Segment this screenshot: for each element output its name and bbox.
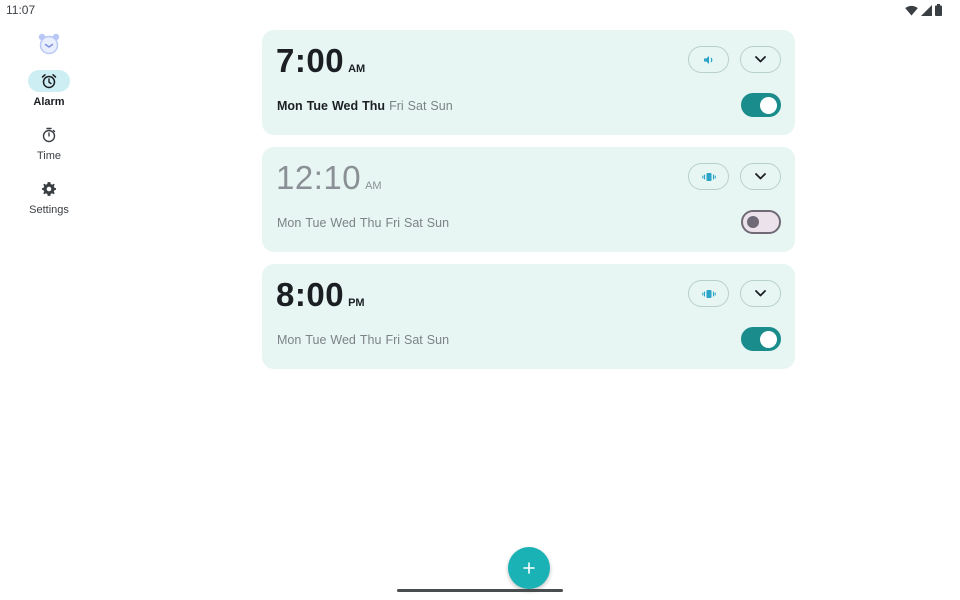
alarm-toggle[interactable] [741,210,781,234]
volume-icon [703,55,712,64]
ring-mode-button[interactable] [688,163,729,190]
day-fri: Fri [385,333,401,347]
day-tue: Tue [305,216,327,230]
days-row: Mon Tue Wed Thu Fri Sat Sun [277,99,453,113]
chevron-down-icon [755,56,766,63]
vibrate-icon [701,172,716,181]
vibrate-icon [701,289,716,298]
alarm-time[interactable]: 7:00 AM [276,42,365,80]
nav-label-time: Time [36,150,62,162]
nav-item-time[interactable]: Time [14,124,84,174]
alarm-time-value: 8:00 [276,276,345,313]
battery-icon [935,4,942,16]
days-row: Mon Tue Wed Thu Fri Sat Sun [277,333,449,347]
alarm-card[interactable]: 12:10 AM Mon Tue Wed Thu Fri Sat Sun [262,147,795,252]
alarm-card[interactable]: 7:00 AM Mon Tue Wed Thu Fri Sat Sun [262,30,795,135]
nav-item-alarm[interactable]: Alarm [14,70,84,120]
app-logo-icon [38,33,60,55]
day-wed: Wed [331,99,359,113]
day-tue: Tue [306,99,328,113]
nav-rail: Alarm Time Settings [0,20,97,600]
alarm-card[interactable]: 8:00 PM Mon Tue Wed Thu Fri Sat Sun [262,264,795,369]
expand-button[interactable] [740,46,781,73]
alarm-time[interactable]: 12:10 AM [276,159,382,197]
status-time: 11:07 [6,3,36,17]
alarm-time-value: 12:10 [276,159,362,196]
day-sat: Sat [404,333,423,347]
nav-label-alarm: Alarm [33,96,65,108]
nav-pill-time [28,124,70,146]
nav-pill-alarm [28,70,70,92]
ring-mode-button[interactable] [688,280,729,307]
alarm-time-value: 7:00 [276,42,345,79]
stopwatch-icon [42,127,56,143]
days-row: Mon Tue Wed Thu Fri Sat Sun [277,216,449,230]
alarm-time-ampm: AM [365,180,382,192]
day-sat: Sat [404,216,423,230]
alarm-toggle[interactable] [741,327,781,351]
toggle-knob [760,330,777,348]
nav-label-settings: Settings [29,204,69,216]
status-bar: 11:07 [0,0,960,20]
alarm-list: 7:00 AM Mon Tue Wed Thu Fri Sat Sun 12:1 [262,30,795,381]
chevron-down-icon [755,173,766,180]
day-thu: Thu [359,333,382,347]
day-mon: Mon [277,333,302,347]
alarm-clock-icon [41,74,57,89]
expand-button[interactable] [740,280,781,307]
alarm-toggle[interactable] [741,93,781,117]
wifi-icon [905,5,918,15]
chevron-down-icon [755,290,766,297]
alarm-time-ampm: AM [348,63,366,75]
gear-icon [42,182,56,196]
cell-signal-icon [921,4,932,16]
toggle-knob [747,216,759,228]
day-mon: Mon [277,99,303,113]
nav-item-settings[interactable]: Settings [14,178,84,228]
day-fri: Fri [385,216,401,230]
ring-mode-button[interactable] [688,46,729,73]
expand-button[interactable] [740,163,781,190]
plus-icon [523,562,535,574]
day-sun: Sun [426,333,450,347]
day-mon: Mon [277,216,302,230]
day-wed: Wed [330,216,356,230]
alarm-time[interactable]: 8:00 PM [276,276,365,314]
day-fri: Fri [389,99,404,113]
day-thu: Thu [359,216,382,230]
day-tue: Tue [305,333,327,347]
toggle-knob [760,96,777,114]
day-sun: Sun [430,99,453,113]
alarm-time-ampm: PM [348,297,365,309]
add-alarm-button[interactable] [508,547,550,589]
home-indicator[interactable] [397,589,563,592]
day-wed: Wed [330,333,356,347]
nav-pill-settings [28,178,70,200]
day-sat: Sat [407,99,427,113]
day-sun: Sun [426,216,450,230]
status-icons [905,4,942,16]
day-thu: Thu [362,99,386,113]
